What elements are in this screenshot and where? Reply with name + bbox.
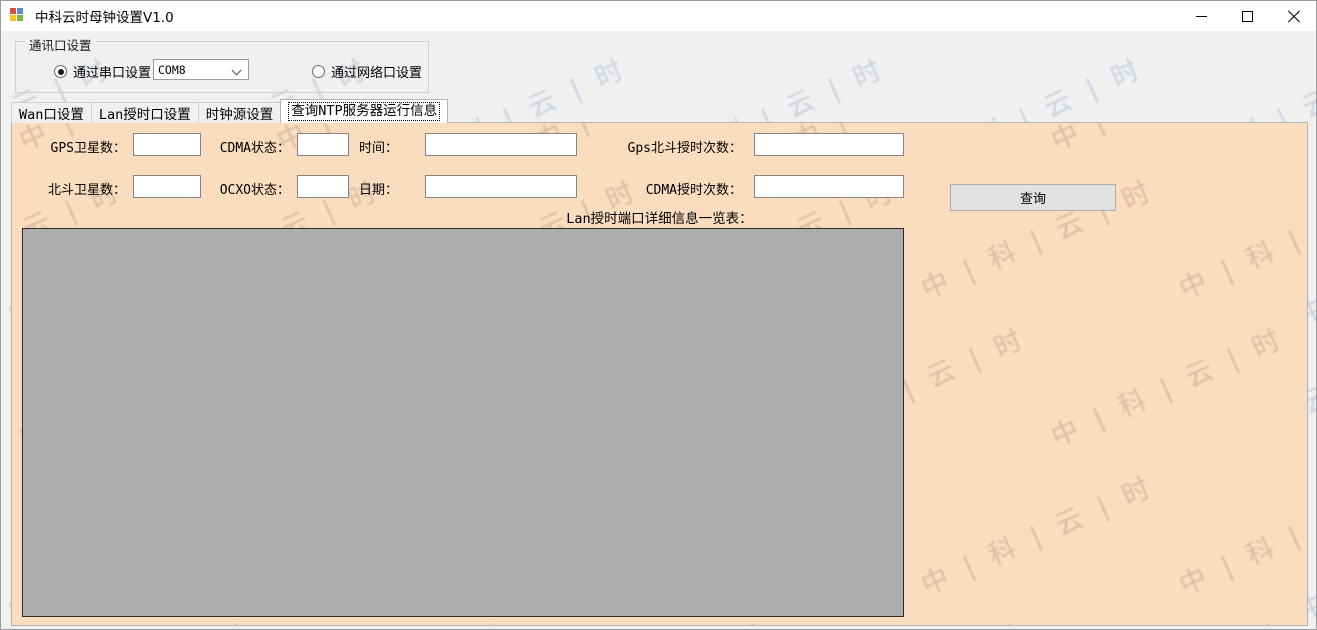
tab-lan-timing-settings[interactable]: Lan授时口设置 <box>90 102 199 123</box>
time-input[interactable] <box>425 133 577 156</box>
watermark-text: 中 | 科 | 云 | 时 <box>1302 613 1307 625</box>
ocxo-status-label: OCXO状态： <box>219 183 290 198</box>
close-icon <box>1287 10 1300 23</box>
beidou-satellite-count-label: 北斗卫星数： <box>47 183 126 198</box>
query-button-label: 查询 <box>1019 192 1046 207</box>
serial-port-radio-label: 通过串口设置 <box>73 66 152 81</box>
gps-beidou-timing-count-label: Gps北斗授时次数： <box>627 141 742 156</box>
serial-port-combobox[interactable]: COM8 <box>153 59 249 80</box>
app-form-icon <box>10 8 26 24</box>
watermark-text: 中 | 科 | 云 | 时 <box>1044 613 1290 625</box>
watermark-text: 中 | 科 | 云 | 时 <box>1302 123 1307 159</box>
minimize-icon <box>1195 15 1207 17</box>
tab-clock-source-settings-label: 时钟源设置 <box>205 107 274 123</box>
date-label: 日期： <box>358 183 398 198</box>
window-title: 中科云时母钟设置V1.0 <box>35 10 174 26</box>
serial-port-radio[interactable]: 通过串口设置 <box>54 62 151 81</box>
tab-wan-settings[interactable]: Wan口设置 <box>11 102 92 123</box>
watermark-text: 中 | 科 | 云 | 时 <box>1044 123 1290 159</box>
title-bar: 中科云时母钟设置V1.0 <box>1 1 1316 31</box>
close-button[interactable] <box>1270 1 1316 31</box>
comm-port-groupbox-label: 通讯口设置 <box>25 35 96 54</box>
cdma-timing-count-label: CDMA授时次数： <box>645 183 742 198</box>
ntp-info-tab-page: 中 | 科 | 云 | 时中 | 科 | 云 | 时中 | 科 | 云 | 时中… <box>11 122 1308 626</box>
maximize-button[interactable] <box>1224 1 1270 31</box>
tab-query-ntp-info[interactable]: 查询NTP服务器运行信息 <box>280 99 449 123</box>
tab-wan-settings-label: Wan口设置 <box>19 107 84 123</box>
watermark-text: 中 | 科 | 云 | 时 <box>916 470 1160 602</box>
watermark-text: 中 | 科 | 云 | 时 <box>1304 323 1307 454</box>
gps-beidou-timing-count-input[interactable] <box>754 133 904 156</box>
tab-strip: Wan口设置 Lan授时口设置 时钟源设置 查询NTP服务器运行信息 <box>11 99 449 123</box>
minimize-button[interactable] <box>1178 1 1224 31</box>
tab-clock-source-settings[interactable]: 时钟源设置 <box>197 102 282 123</box>
radio-unselected-icon <box>312 65 325 78</box>
network-port-radio[interactable]: 通过网络口设置 <box>312 62 422 81</box>
serial-port-value: COM8 <box>158 62 186 77</box>
time-label: 时间： <box>358 141 398 156</box>
date-input[interactable] <box>425 175 577 198</box>
beidou-satellite-count-input[interactable] <box>133 175 201 198</box>
radio-selected-icon <box>54 65 67 78</box>
cdma-status-input[interactable] <box>297 133 349 156</box>
ocxo-status-input[interactable] <box>297 175 349 198</box>
lan-timing-detail-listbox[interactable] <box>22 228 904 617</box>
cdma-timing-count-input[interactable] <box>754 175 904 198</box>
tab-lan-timing-settings-label: Lan授时口设置 <box>98 107 191 123</box>
network-port-radio-label: 通过网络口设置 <box>331 66 423 81</box>
tab-query-ntp-info-label: 查询NTP服务器运行信息 <box>288 102 441 121</box>
maximize-icon <box>1241 10 1253 22</box>
watermark-text: 中 | 科 | 云 | 时 <box>1046 322 1290 454</box>
window-bottom-strip <box>1 626 1316 629</box>
chevron-down-icon <box>233 67 242 73</box>
watermark-text: 中 | 科 | 云 | 时 <box>1174 471 1307 602</box>
window-controls <box>1178 1 1316 31</box>
lan-timing-detail-caption: Lan授时端口详细信息一览表： <box>566 211 753 227</box>
watermark-text: 中 | 科 | 云 | 时 <box>1174 175 1307 306</box>
application-window: 中 | 科 | 云 | 时中 | 科 | 云 | 时中 | 科 | 云 | 时中… <box>0 0 1317 630</box>
gps-satellite-count-input[interactable] <box>133 133 201 156</box>
cdma-status-label: CDMA状态： <box>219 141 290 156</box>
gps-satellite-count-label: GPS卫星数： <box>50 141 126 156</box>
